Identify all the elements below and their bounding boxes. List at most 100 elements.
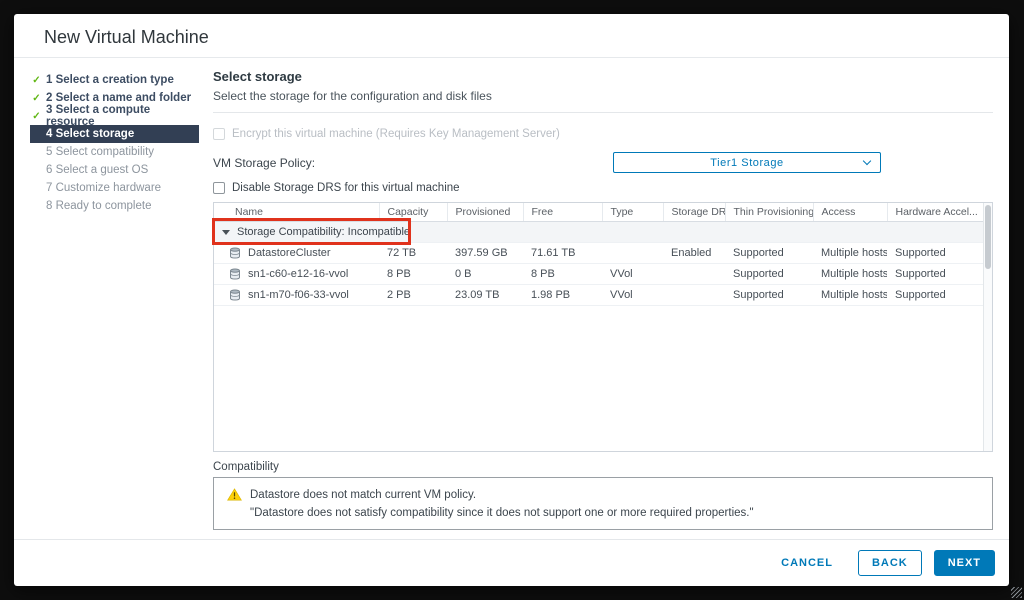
column-header-provisioned[interactable]: Provisioned [447,203,524,222]
vm-storage-policy-label: VM Storage Policy: [213,155,316,170]
cell-provisioned: 397.59 GB [447,242,523,264]
wizard-step-label: 4 Select storage [46,128,135,140]
dialog-title: New Virtual Machine [44,27,209,47]
wizard-step-5[interactable]: 5 Select compatibility [30,143,199,161]
table-scrollbar[interactable] [983,203,992,451]
encrypt-label: Encrypt this virtual machine (Requires K… [232,128,560,140]
wizard-step-label: 1 Select a creation type [46,74,174,86]
back-button[interactable]: BACK [857,550,922,576]
wizard-step-label: 8 Ready to complete [46,200,152,212]
datastore-name: sn1-c60-e12-16-vvol [248,268,349,280]
datastore-name: DatastoreCluster [248,247,331,259]
cell-access: Multiple hosts [813,263,887,285]
cell-storage-drs [663,284,725,306]
cell-capacity: 2 PB [379,284,447,306]
wizard-step-8[interactable]: 8 Ready to complete [30,197,199,215]
expand-caret-icon[interactable] [222,229,230,235]
wizard-steps: ✓ 1 Select a creation type ✓ 2 Select a nam… [14,58,199,539]
cell-free: 71.61 TB [523,242,602,264]
column-header-storage-drs[interactable]: Storage DRS [663,203,726,222]
vm-storage-policy-row: VM Storage Policy: Tier1 Storage [213,152,993,173]
wizard-step-label: 3 Select a compute resource [46,104,151,128]
cell-capacity: 72 TB [379,242,447,264]
cell-type: VVol [602,263,663,285]
vm-storage-policy-dropdown[interactable]: Tier1 Storage [613,152,881,173]
wizard-step-3[interactable]: ✓ 3 Select a compute resource [30,104,199,128]
check-icon: ✓ [32,74,41,86]
cell-thin-provisioning: Supported [725,263,813,285]
cell-free: 8 PB [523,263,602,285]
group-row-label: Storage Compatibility: Incompatible [237,226,411,238]
storage-grid: Name Capacity Provisioned Free Type Storage D… [214,203,983,306]
scrollbar-thumb[interactable] [985,205,991,269]
wizard-step-label: 2 Select a name and folder [46,92,192,104]
datastore-cluster-icon [230,247,240,259]
cell-access: Multiple hosts [813,284,887,306]
cell-name: sn1-c60-e12-16-vvol [214,263,379,285]
cell-provisioned: 0 B [447,263,523,285]
column-header-type[interactable]: Type [602,203,664,222]
warning-icon [227,488,242,501]
cell-hardware-accel: Supported [887,242,983,264]
vm-storage-policy-value: Tier1 Storage [710,156,784,169]
cell-storage-drs [663,263,725,285]
disable-drs-checkbox[interactable] [213,182,225,194]
datastore-row[interactable]: sn1-c60-e12-16-vvol 8 PB 0 B8 PB VVol Suppor… [214,263,983,285]
cell-free: 1.98 PB [523,284,602,306]
next-button[interactable]: NEXT [933,550,995,576]
dialog-body: ✓ 1 Select a creation type ✓ 2 Select a nam… [14,58,1009,539]
cell-type: VVol [602,284,663,306]
datastore-row[interactable]: DatastoreCluster 72 TB 397.59 GB 71.61 TB En… [214,242,983,264]
step-subheading: Select the storage for the configuration… [213,89,492,103]
compatibility-warning-row: Datastore does not match current VM poli… [227,488,979,501]
check-icon: ✓ [32,92,41,104]
column-header-name[interactable]: Name [214,203,380,222]
cell-name: DatastoreCluster [214,242,379,264]
group-row-cell: Storage Compatibility: Incompatible [214,221,983,243]
wizard-step-label: 7 Customize hardware [46,182,162,194]
cell-hardware-accel: Supported [887,263,983,285]
cell-hardware-accel: Supported [887,284,983,306]
table-header-row: Name Capacity Provisioned Free Type Storage D… [214,203,983,222]
table-body: Storage Compatibility: Incompatible Datas… [214,221,983,306]
compatibility-warning-line2: "Datastore does not satisfy compatibilit… [250,507,754,519]
encrypt-checkbox[interactable] [213,128,225,140]
step-heading: Select storage [213,69,302,84]
cell-storage-drs: Enabled [663,242,725,264]
disable-drs-row: Disable Storage DRS for this virtual mac… [213,182,993,194]
wizard-step-label: 6 Select a guest OS [46,164,149,176]
wizard-step-6[interactable]: 6 Select a guest OS [30,161,199,179]
storage-compatibility-group-row[interactable]: Storage Compatibility: Incompatible [214,221,983,243]
cell-thin-provisioning: Supported [725,284,813,306]
cell-thin-provisioning: Supported [725,242,813,264]
compatibility-label: Compatibility [213,461,279,473]
cell-access: Multiple hosts [813,242,887,264]
column-header-free[interactable]: Free [523,203,603,222]
cell-name: sn1-m70-f06-33-vvol [214,284,379,306]
datastore-name: sn1-m70-f06-33-vvol [248,289,349,301]
datastore-icon [230,289,240,301]
column-header-capacity[interactable]: Capacity [379,203,448,222]
content-header: Select storage Select the storage for th… [213,69,993,113]
chevron-down-icon [862,156,872,166]
cell-provisioned: 23.09 TB [447,284,523,306]
check-icon: ✓ [32,110,41,122]
new-vm-dialog: New Virtual Machine ✓ 1 Select a creation… [14,14,1009,586]
encrypt-row: Encrypt this virtual machine (Requires K… [213,128,993,140]
dialog-footer: CANCEL BACK NEXT [14,539,1009,586]
wizard-step-1[interactable]: ✓ 1 Select a creation type [30,71,199,89]
column-header-access[interactable]: Access [813,203,888,222]
wizard-step-label: 5 Select compatibility [46,146,155,158]
step-content: Select storage Select the storage for th… [199,58,1009,539]
column-header-hardware-accel[interactable]: Hardware Accel... [887,203,983,222]
wizard-step-7[interactable]: 7 Customize hardware [30,179,199,197]
cancel-button[interactable]: CANCEL [768,551,846,575]
compatibility-box: Datastore does not match current VM poli… [213,477,993,530]
cell-type [602,242,663,264]
datastore-row[interactable]: sn1-m70-f06-33-vvol 2 PB 23.09 TB 1.98 PB VV… [214,284,983,306]
datastore-table: Name Capacity Provisioned Free Type Storage D… [212,202,993,452]
disable-drs-label: Disable Storage DRS for this virtual mac… [232,182,460,194]
column-header-thin-provisioning[interactable]: Thin Provisioning [725,203,814,222]
resize-grip-icon[interactable] [1011,587,1022,598]
cell-capacity: 8 PB [379,263,447,285]
